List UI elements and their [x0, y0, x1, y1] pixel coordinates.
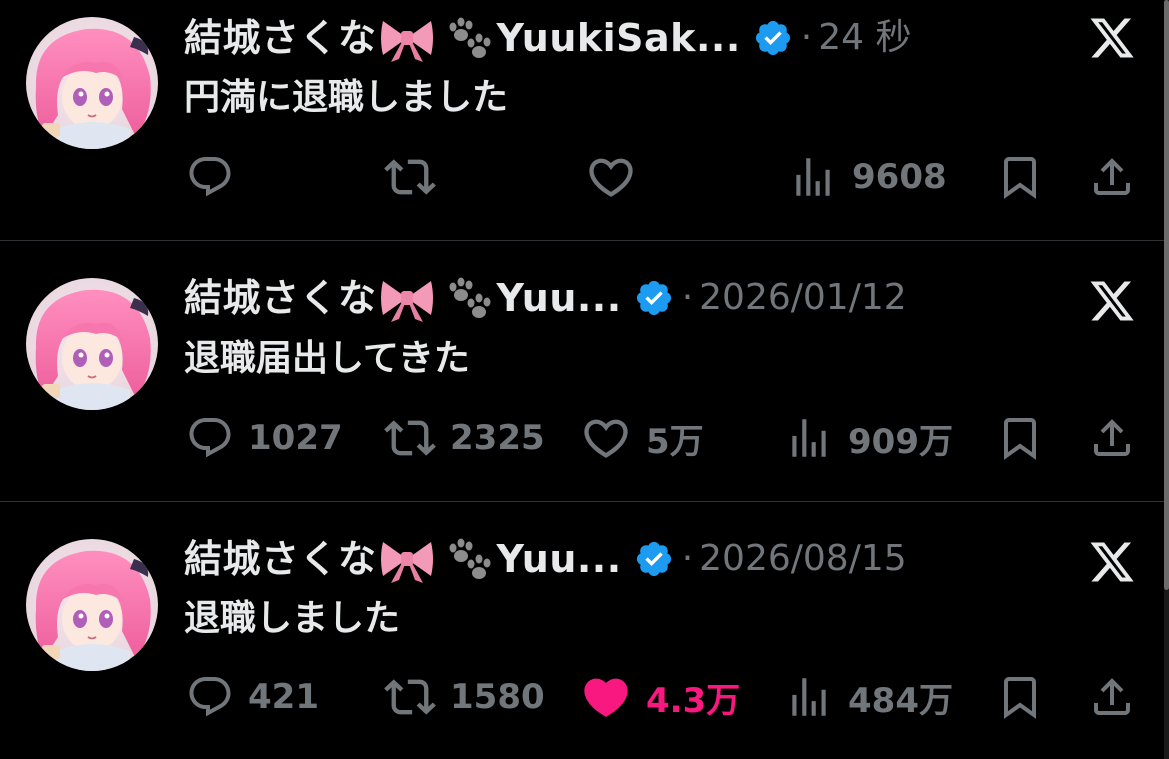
paw-prints-emoji-icon — [437, 273, 497, 323]
reply-count: 421 — [248, 677, 319, 717]
post-card[interactable]: 結城さくな YuukiSak... · 24 秒 円満に退職しました 9608 — [0, 0, 1164, 241]
author-name-suffix[interactable]: Yuu... — [497, 273, 622, 323]
post-card[interactable]: 結城さくな Yuu... · 2026/01/12 退職届出してきた 1027 … — [0, 241, 1164, 502]
like-button[interactable]: 5万 — [580, 413, 704, 463]
retweet-icon — [384, 671, 436, 723]
meta-separator: · — [681, 277, 694, 318]
verified-badge-icon[interactable] — [753, 18, 793, 58]
post-text: 退職届出してきた — [184, 338, 470, 379]
action-bar: 9608 — [0, 152, 1164, 202]
meta-separator: · — [800, 17, 813, 58]
retweet-button[interactable]: 1580 — [384, 672, 545, 722]
x-logo-icon — [1088, 277, 1136, 325]
author-name-suffix[interactable]: YuukiSak... — [497, 13, 741, 63]
paw-prints-emoji-icon — [437, 534, 497, 584]
like-button[interactable] — [585, 152, 651, 202]
view-count: 484万 — [848, 680, 953, 721]
bookmark-button[interactable] — [996, 152, 1044, 202]
views-icon — [784, 672, 834, 722]
bookmark-icon — [996, 153, 1044, 201]
share-icon — [1088, 153, 1136, 201]
like-count: 4.3万 — [646, 680, 741, 721]
reply-icon — [186, 673, 234, 721]
bookmark-button[interactable] — [996, 413, 1044, 463]
like-button[interactable]: 4.3万 — [580, 672, 740, 722]
x-logo-icon — [1088, 538, 1136, 586]
post-header: 結城さくな Yuu... · 2026/01/12 — [184, 273, 907, 323]
meta-separator: · — [681, 538, 694, 579]
share-button[interactable] — [1088, 152, 1136, 202]
post-text: 退職しました — [184, 598, 401, 639]
reply-button[interactable]: 421 — [186, 672, 319, 722]
scrollbar-thumb[interactable] — [1164, 0, 1169, 590]
reply-button[interactable]: 1027 — [186, 413, 343, 463]
like-count: 5万 — [646, 421, 704, 462]
paw-prints-emoji-icon — [437, 13, 497, 63]
retweet-icon — [384, 151, 436, 203]
views-icon — [784, 413, 834, 463]
bookmark-icon — [996, 414, 1044, 462]
retweet-count: 2325 — [450, 418, 545, 458]
retweet-count: 1580 — [450, 677, 545, 717]
post-text: 円満に退職しました — [184, 77, 509, 118]
share-button[interactable] — [1088, 413, 1136, 463]
post-time[interactable]: 2026/01/12 — [699, 273, 907, 323]
share-button[interactable] — [1088, 672, 1136, 722]
view-count: 9608 — [852, 157, 947, 197]
ribbon-emoji-icon — [377, 13, 437, 63]
verified-badge-icon[interactable] — [634, 278, 674, 318]
views-icon — [788, 152, 838, 202]
ribbon-emoji-icon — [377, 273, 437, 323]
retweet-icon — [384, 412, 436, 464]
author-name-suffix[interactable]: Yuu... — [497, 534, 622, 584]
ribbon-emoji-icon — [377, 534, 437, 584]
avatar[interactable] — [26, 539, 158, 671]
view-count: 909万 — [848, 421, 953, 462]
share-icon — [1088, 414, 1136, 462]
x-logo-icon — [1088, 14, 1136, 62]
reply-button[interactable] — [186, 152, 248, 202]
reply-count: 1027 — [248, 418, 343, 458]
views-button[interactable]: 9608 — [788, 152, 947, 202]
reply-icon — [186, 414, 234, 462]
bookmark-button[interactable] — [996, 672, 1044, 722]
post-time[interactable]: 2026/08/15 — [699, 534, 907, 584]
views-button[interactable]: 909万 — [784, 413, 953, 463]
post-card[interactable]: 結城さくな Yuu... · 2026/08/15 退職しました 421 158… — [0, 502, 1164, 759]
bookmark-icon — [996, 673, 1044, 721]
like-filled-icon — [580, 671, 632, 723]
post-time[interactable]: 24 秒 — [818, 13, 911, 63]
scrollbar[interactable] — [1164, 0, 1169, 759]
author-name[interactable]: 結城さくな — [184, 273, 377, 323]
share-icon — [1088, 673, 1136, 721]
post-header: 結城さくな Yuu... · 2026/08/15 — [184, 534, 907, 584]
like-icon — [585, 151, 637, 203]
reply-icon — [186, 153, 234, 201]
avatar[interactable] — [26, 278, 158, 410]
action-bar: 1027 2325 5万 909万 — [0, 413, 1164, 463]
avatar[interactable] — [26, 17, 158, 149]
action-bar: 421 1580 4.3万 484万 — [0, 672, 1164, 722]
verified-badge-icon[interactable] — [634, 539, 674, 579]
retweet-button[interactable]: 2325 — [384, 413, 545, 463]
author-name[interactable]: 結城さくな — [184, 13, 377, 63]
retweet-button[interactable] — [384, 152, 450, 202]
like-icon — [580, 412, 632, 464]
author-name[interactable]: 結城さくな — [184, 534, 377, 584]
views-button[interactable]: 484万 — [784, 672, 953, 722]
post-header: 結城さくな YuukiSak... · 24 秒 — [184, 13, 911, 63]
